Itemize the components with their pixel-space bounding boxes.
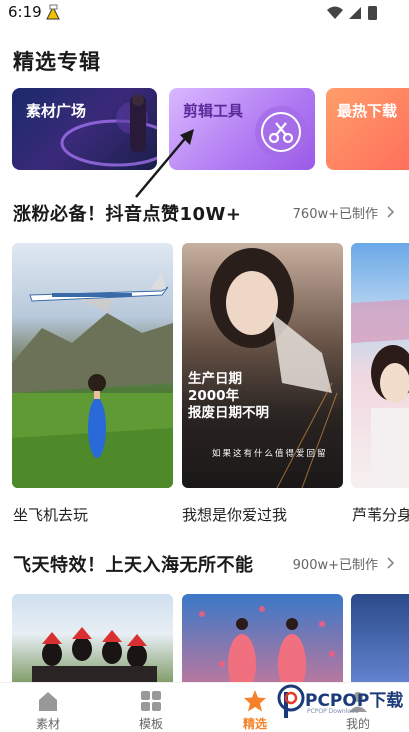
chevron-right-icon: [387, 206, 395, 218]
template-row: 生产日期 2000年 报废日期不明 如果这有什么值得爱回留: [0, 243, 409, 488]
template-thumbnail[interactable]: 生产日期 2000年 报废日期不明 如果这有什么值得爱回留: [182, 243, 343, 488]
overlay-line: 生产日期: [188, 371, 242, 387]
flying-photo: [199, 606, 335, 682]
section-header[interactable]: 涨粉必备！抖音点赞10W+ 760w+已制作: [13, 200, 396, 230]
home-icon: [39, 692, 57, 711]
album-card-row: 素材广场 剪辑工具 最热下载: [0, 88, 409, 172]
album-card-label: 素材广场: [26, 102, 87, 120]
template-caption: 我想是你爱过我: [182, 506, 288, 524]
star-icon: [244, 690, 266, 712]
template-thumbnail[interactable]: [12, 594, 173, 682]
album-card-hot-downloads[interactable]: 最热下载: [326, 88, 409, 170]
group-photo: [32, 627, 157, 682]
reed-photo: [351, 299, 409, 488]
signal-icon: [349, 7, 361, 19]
section-title: 飞天特效！上天入海无所不能: [13, 555, 254, 576]
status-time: 6:19: [8, 3, 42, 21]
nav-tab-material[interactable]: 素材: [8, 683, 88, 731]
template-thumbnail[interactable]: [12, 243, 173, 488]
section-header[interactable]: 飞天特效！上天入海无所不能 900w+已制作: [13, 551, 396, 581]
nav-tab-template[interactable]: 模板: [111, 683, 191, 731]
nav-label: 素材: [35, 717, 60, 731]
thumbnail-subtitle: 如果这有什么值得爱回留: [212, 449, 328, 459]
section-count: 760w+已制作: [292, 207, 378, 222]
overlay-line: 2000年: [188, 388, 240, 404]
watermark-subtext: PCPOP Download: [307, 708, 359, 715]
watermark-logo-icon: [277, 684, 305, 718]
template-caption: 芦苇分身: [352, 506, 409, 524]
template-row: [0, 594, 409, 682]
status-indicators: [327, 6, 377, 20]
album-card-label: 剪辑工具: [183, 102, 244, 120]
section-count: 900w+已制作: [292, 558, 378, 573]
template-thumbnail[interactable]: [351, 594, 409, 682]
page-title: 精选专辑: [13, 50, 101, 74]
chevron-right-icon: [387, 557, 395, 569]
nav-label: 模板: [138, 717, 163, 731]
annotation-arrow: [135, 129, 194, 198]
wifi-icon: [327, 6, 343, 19]
grid-icon: [141, 691, 161, 711]
plane-photo: [12, 273, 173, 488]
template-caption: 坐飞机去玩: [13, 506, 89, 524]
watermark: PCPOP下载 PCPOP Download: [277, 682, 409, 726]
notification-icon: [46, 4, 60, 20]
template-thumbnail[interactable]: [182, 594, 343, 682]
overlay-line: 报废日期不明: [188, 405, 269, 421]
album-card-label: 最热下载: [337, 102, 398, 120]
template-thumbnail[interactable]: [351, 243, 409, 488]
thumbnail-overlay-text: 生产日期 2000年 报废日期不明: [188, 371, 269, 422]
section-title: 涨粉必备！抖音点赞10W+: [13, 204, 242, 225]
status-bar: 6:19: [0, 0, 409, 26]
battery-icon: [368, 6, 377, 20]
